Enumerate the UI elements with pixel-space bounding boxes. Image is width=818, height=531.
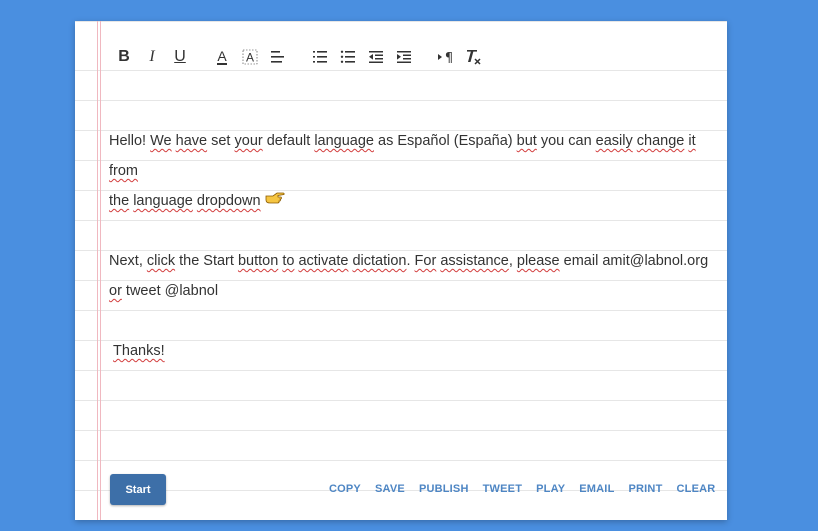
editor-content[interactable]: Hello! We have set your default language…	[109, 126, 709, 366]
indent-icon	[397, 51, 411, 63]
text-direction-icon: ¶	[438, 51, 453, 64]
tweet-link[interactable]: TWEET	[483, 483, 523, 495]
start-button[interactable]: Start	[110, 474, 166, 505]
svg-text:A: A	[246, 51, 254, 65]
action-links: COPY SAVE PUBLISH TWEET PLAY EMAIL PRINT…	[329, 483, 727, 495]
outdent-icon	[369, 51, 383, 63]
outdent-button[interactable]	[365, 46, 387, 68]
font-color-icon: A	[217, 48, 227, 65]
paragraph-instructions: Next, click the Start button to activate…	[109, 253, 709, 300]
bold-button[interactable]: B	[113, 46, 135, 68]
indent-button[interactable]	[393, 46, 415, 68]
paragraph-greeting: Hello! We have set your default language…	[109, 126, 709, 216]
italic-button[interactable]: I	[141, 46, 163, 68]
copy-link[interactable]: COPY	[329, 483, 361, 495]
email-link[interactable]: EMAIL	[579, 483, 614, 495]
editor-paper: B I U A A ¶ Hello! We have set your defa…	[75, 21, 727, 520]
ordered-list-button[interactable]	[309, 46, 331, 68]
formatting-toolbar: B I U A A ¶	[113, 46, 491, 68]
save-link[interactable]: SAVE	[375, 483, 405, 495]
underline-button[interactable]: U	[169, 46, 191, 68]
text-direction-button[interactable]: ¶	[435, 46, 457, 68]
clear-link[interactable]: CLEAR	[677, 483, 716, 495]
bullet-list-button[interactable]	[337, 46, 359, 68]
font-color-button[interactable]: A	[211, 46, 233, 68]
align-button[interactable]	[267, 46, 289, 68]
ordered-list-icon	[313, 51, 327, 63]
publish-link[interactable]: PUBLISH	[419, 483, 469, 495]
margin-line	[100, 21, 101, 520]
play-link[interactable]: PLAY	[536, 483, 565, 495]
paragraph-thanks: Thanks!	[113, 343, 165, 360]
background-color-button[interactable]: A	[239, 46, 261, 68]
background-color-icon: A	[242, 49, 258, 65]
footer-bar: Start COPY SAVE PUBLISH TWEET PLAY EMAIL…	[110, 474, 727, 506]
clear-formatting-icon	[467, 50, 481, 65]
pointing-hand-icon	[265, 186, 285, 216]
margin-line	[97, 21, 98, 520]
align-left-icon	[271, 51, 284, 63]
bullet-list-icon	[340, 50, 355, 63]
print-link[interactable]: PRINT	[629, 483, 663, 495]
svg-text:¶: ¶	[445, 51, 453, 64]
clear-formatting-button[interactable]	[463, 46, 485, 68]
